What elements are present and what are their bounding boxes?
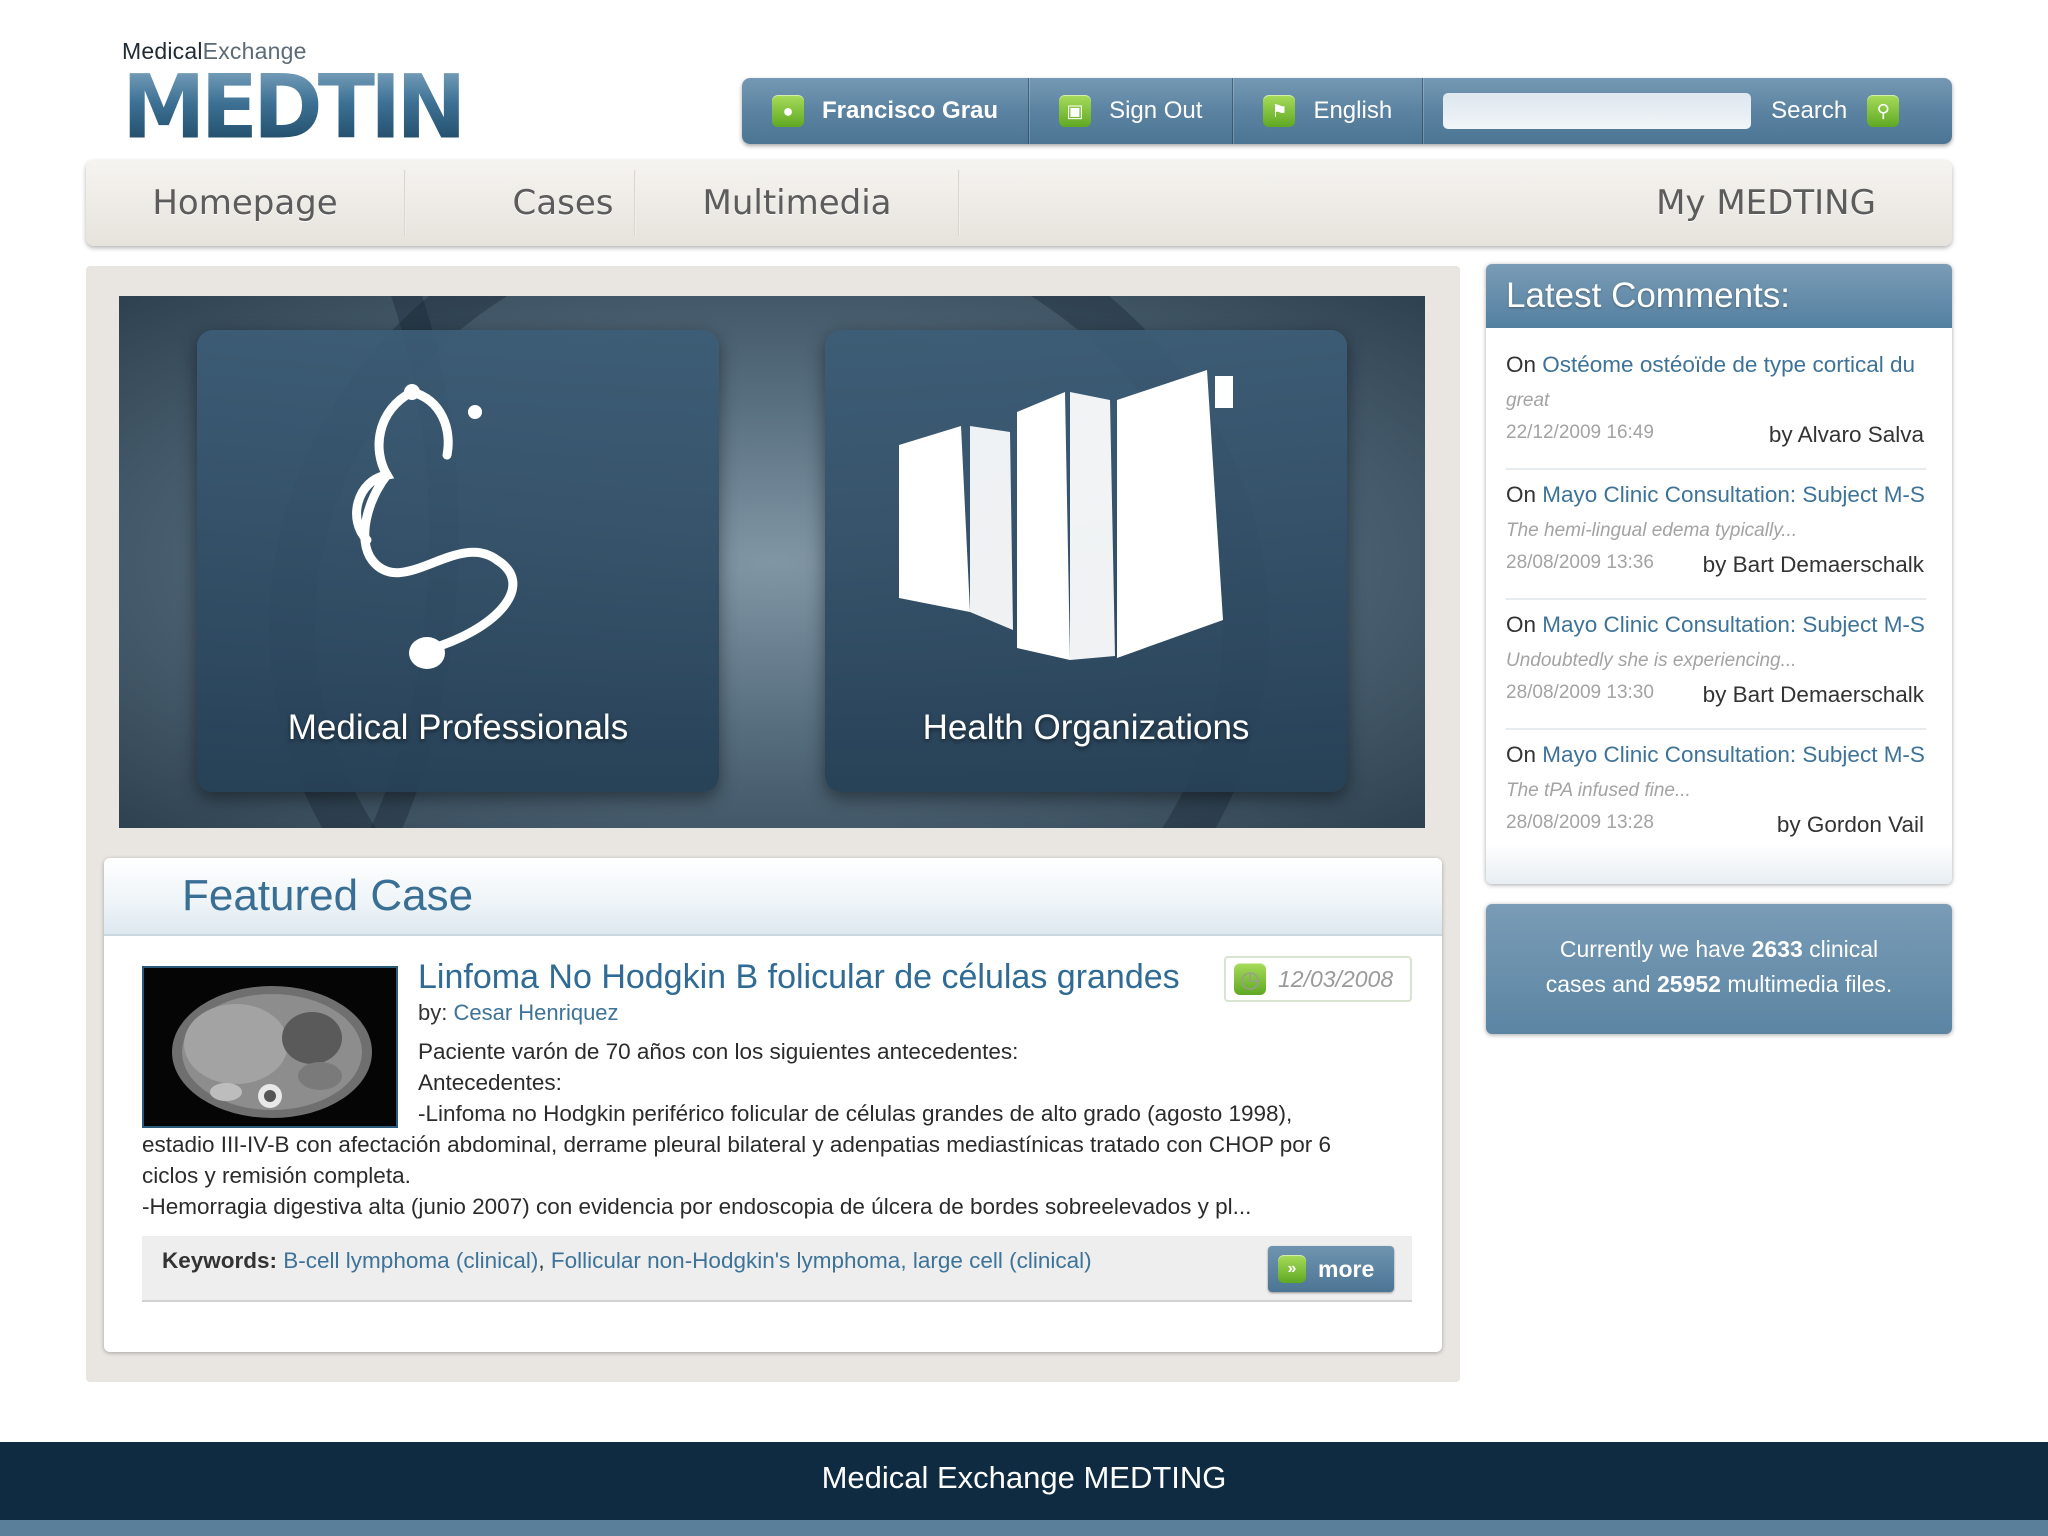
- comment-date: 28/08/2009 13:28: [1506, 812, 1654, 833]
- nav-multimedia[interactable]: Multimedia: [636, 160, 958, 246]
- case-date: 12/03/2008: [1278, 965, 1394, 992]
- stats-line-1: Currently we have 2633 clinical: [1559, 936, 1879, 962]
- site-logo[interactable]: MedicalExchange MEDTING: [122, 38, 531, 159]
- comment-on-prefix: On: [1506, 482, 1543, 507]
- main-nav: Homepage Cases Multimedia My MEDTING: [86, 160, 1952, 246]
- language-selector[interactable]: ⚑ English: [1233, 78, 1424, 144]
- search-input[interactable]: [1443, 93, 1752, 129]
- comment-author: by Gordon Vail: [1776, 812, 1924, 837]
- comment-meta: 22/12/2009 16:49 by Alvaro Salva: [1506, 422, 1936, 450]
- hero-banner: Medical Professionals Health Organizatio…: [119, 296, 1425, 828]
- comment-item: On Mayo Clinic Consultation: Subject M-S…: [1506, 612, 1936, 740]
- site-stats-box: Currently we have 2633 clinical cases an…: [1486, 904, 1952, 1034]
- case-summary: Paciente varón de 70 años con los siguie…: [142, 1036, 1412, 1222]
- footer-strip: [0, 1520, 2048, 1536]
- keyword-link[interactable]: Follicular non-Hodgkin's lymphoma, large…: [551, 1248, 1092, 1273]
- comment-case-link[interactable]: Mayo Clinic Consultation: Subject M-S: [1542, 482, 1925, 507]
- comment-case-link[interactable]: Mayo Clinic Consultation: Subject M-S: [1542, 612, 1925, 637]
- comment-meta: 28/08/2009 13:30 by Bart Demaerschalk: [1506, 682, 1936, 710]
- case-summary-line: -Linfoma no Hodgkin periférico folicular…: [418, 1101, 1293, 1126]
- logo-wordmark: MEDTING: [122, 55, 531, 159]
- comment-divider: [1506, 468, 1926, 470]
- case-author-link[interactable]: Cesar Henriquez: [453, 1000, 618, 1025]
- user-profile-link[interactable]: ● Francisco Grau: [742, 78, 1030, 144]
- comment-author: by Bart Demaerschalk: [1702, 682, 1924, 707]
- nav-homepage[interactable]: Homepage: [86, 160, 404, 246]
- user-bar: ● Francisco Grau ▣ Sign Out ⚑ English Se…: [742, 78, 1952, 144]
- comment-subject: On Ostéome ostéoïde de type cortical du: [1506, 352, 1926, 378]
- health-organizations-label: Health Organizations: [922, 708, 1250, 747]
- keyword-separator: ,: [538, 1248, 551, 1273]
- double-chevron-right-icon: »: [1278, 1255, 1306, 1283]
- case-summary-line: estadio III-IV-B con afectación abdomina…: [142, 1132, 1331, 1157]
- keywords-label: Keywords:: [162, 1248, 278, 1273]
- comment-case-link[interactable]: Mayo Clinic Consultation: Subject M-S: [1542, 742, 1925, 767]
- featured-case-panel: Featured Case Linfoma No Hodgkin B folic…: [104, 858, 1442, 1352]
- case-author: by: Cesar Henriquez: [418, 1000, 619, 1026]
- case-summary-line: Paciente varón de 70 años con los siguie…: [418, 1039, 1019, 1064]
- more-button[interactable]: » more: [1268, 1246, 1394, 1292]
- latest-comments-panel: Latest Comments: On Ostéome ostéoïde de …: [1486, 264, 1952, 884]
- search-icon[interactable]: ⚲: [1867, 95, 1900, 127]
- case-summary-line: -Hemorragia digestiva alta (junio 2007) …: [142, 1194, 1252, 1219]
- stats-line-2: cases and 25952 multimedia files.: [1545, 971, 1893, 997]
- comment-excerpt: great: [1506, 390, 1550, 411]
- comment-item: On Ostéome ostéoïde de type cortical du …: [1506, 352, 1936, 480]
- latest-comments-header: Latest Comments:: [1486, 264, 1952, 328]
- footer-text: Medical Exchange MEDTING: [821, 1460, 1227, 1495]
- case-keywords: Keywords: B-cell lymphoma (clinical), Fo…: [162, 1248, 1092, 1274]
- language-label: English: [1313, 97, 1393, 124]
- latest-comments-footer: [1486, 844, 1952, 884]
- comment-item: On Mayo Clinic Consultation: Subject M-S…: [1506, 482, 1936, 610]
- lock-icon: ▣: [1059, 95, 1092, 127]
- case-date-badge: ◷ 12/03/2008: [1224, 956, 1412, 1002]
- keyword-link[interactable]: B-cell lymphoma (clinical): [283, 1248, 538, 1273]
- user-icon: ●: [772, 95, 804, 127]
- comment-meta: 28/08/2009 13:36 by Bart Demaerschalk: [1506, 552, 1936, 580]
- clock-icon: ◷: [1234, 963, 1266, 995]
- medical-professionals-label: Medical Professionals: [287, 708, 629, 747]
- comment-case-link[interactable]: Ostéome ostéoïde de type cortical du: [1542, 352, 1915, 377]
- sign-out-label: Sign Out: [1109, 97, 1203, 124]
- case-keywords-bar: Keywords: B-cell lymphoma (clinical), Fo…: [142, 1236, 1412, 1302]
- comment-subject: On Mayo Clinic Consultation: Subject M-S: [1506, 612, 1926, 638]
- case-summary-line: ciclos y remisión completa.: [142, 1163, 411, 1188]
- case-author-prefix: by:: [418, 1000, 454, 1025]
- comment-excerpt: Undoubtedly she is experiencing...: [1506, 650, 1797, 671]
- sign-out-link[interactable]: ▣ Sign Out: [1029, 78, 1234, 144]
- search-label[interactable]: Search: [1771, 97, 1847, 125]
- comment-author: by Alvaro Salva: [1768, 422, 1924, 447]
- flag-icon: ⚑: [1263, 95, 1296, 127]
- comment-subject: On Mayo Clinic Consultation: Subject M-S: [1506, 482, 1926, 508]
- comment-date: 22/12/2009 16:49: [1506, 422, 1654, 443]
- comment-author: by Bart Demaerschalk: [1702, 552, 1924, 577]
- comment-meta: 28/08/2009 13:28 by Gordon Vail: [1506, 812, 1936, 840]
- comment-date: 28/08/2009 13:30: [1506, 682, 1654, 703]
- comment-on-prefix: On: [1506, 612, 1543, 637]
- comment-divider: [1506, 728, 1926, 730]
- medical-professionals-card[interactable]: Medical Professionals: [197, 330, 719, 792]
- multimedia-files-count: 25952: [1657, 971, 1721, 997]
- user-name: Francisco Grau: [822, 97, 999, 124]
- comment-subject: On Mayo Clinic Consultation: Subject M-S: [1506, 742, 1926, 768]
- nav-divider: [958, 170, 960, 236]
- case-summary-line: Antecedentes:: [418, 1070, 562, 1095]
- comment-date: 28/08/2009 13:36: [1506, 552, 1654, 573]
- site-footer: Medical Exchange MEDTING: [0, 1442, 2048, 1536]
- featured-case-heading: Featured Case: [182, 871, 474, 920]
- more-button-label: more: [1318, 1255, 1375, 1282]
- health-organizations-card[interactable]: Health Organizations: [825, 330, 1347, 792]
- comment-excerpt: The hemi-lingual edema typically...: [1506, 520, 1798, 541]
- latest-comments-title: Latest Comments:: [1506, 276, 1790, 315]
- comment-on-prefix: On: [1506, 352, 1543, 377]
- comment-divider: [1506, 598, 1926, 600]
- featured-case-header: Featured Case: [104, 858, 1442, 936]
- comment-on-prefix: On: [1506, 742, 1543, 767]
- case-title-link[interactable]: Linfoma No Hodgkin B folicular de célula…: [418, 958, 1180, 997]
- comment-excerpt: The tPA infused fine...: [1506, 780, 1691, 801]
- clinical-cases-count: 2633: [1751, 936, 1803, 962]
- nav-my-medting[interactable]: My MEDTING: [1616, 160, 1916, 246]
